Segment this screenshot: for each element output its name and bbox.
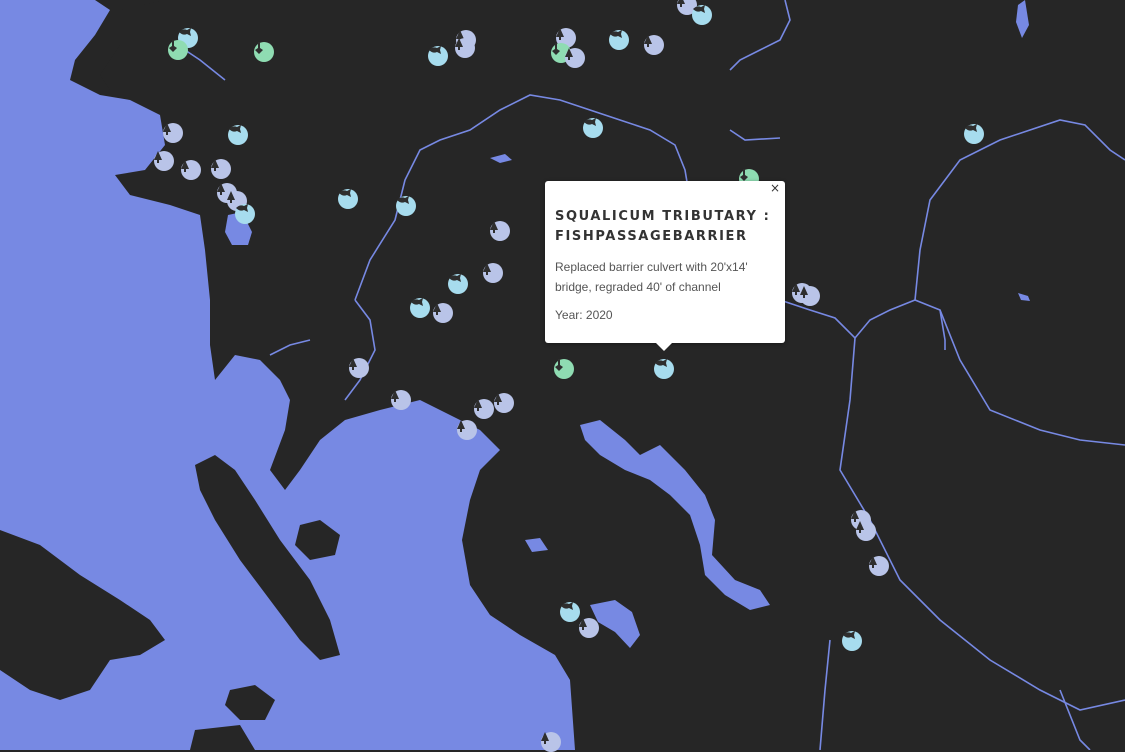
tree-icon[interactable] <box>163 123 183 143</box>
fish-icon[interactable] <box>228 125 248 145</box>
fish-icon[interactable] <box>560 602 580 622</box>
land-peninsula <box>100 0 175 90</box>
tree-icon[interactable] <box>181 160 201 180</box>
close-icon[interactable]: × <box>770 182 780 194</box>
popup-title: SQUALICUM TRIBUTARY : FISHPASSAGEBARRIER <box>555 209 771 244</box>
tree-icon[interactable] <box>349 358 369 378</box>
tree-icon[interactable] <box>800 286 820 306</box>
popup-tip <box>655 342 673 351</box>
water-lake-south <box>580 420 770 610</box>
shovel-icon[interactable] <box>554 359 574 379</box>
tree-icon[interactable] <box>391 390 411 410</box>
popup-year: Year: 2020 <box>555 308 613 322</box>
fish-icon[interactable] <box>964 124 984 144</box>
fish-icon[interactable] <box>428 46 448 66</box>
tree-icon[interactable] <box>494 393 514 413</box>
tree-icon[interactable] <box>433 303 453 323</box>
fish-icon[interactable] <box>654 359 674 379</box>
popup-description: Replaced barrier culvert with 20'x14' br… <box>555 260 748 294</box>
tree-icon[interactable] <box>579 618 599 638</box>
shovel-icon[interactable] <box>168 40 188 60</box>
map-canvas[interactable]: × SQUALICUM TRIBUTARY : FISHPASSAGEBARRI… <box>0 0 1125 752</box>
tree-icon[interactable] <box>211 159 231 179</box>
tree-icon[interactable] <box>541 732 561 752</box>
tree-icon[interactable] <box>457 420 477 440</box>
tree-icon[interactable] <box>565 48 585 68</box>
water-lake-small-4 <box>1016 0 1029 38</box>
tree-icon[interactable] <box>869 556 889 576</box>
fish-icon[interactable] <box>583 118 603 138</box>
fish-icon[interactable] <box>235 204 255 224</box>
map-popup: × SQUALICUM TRIBUTARY : FISHPASSAGEBARRI… <box>545 181 785 351</box>
tree-icon[interactable] <box>483 263 503 283</box>
fish-icon[interactable] <box>842 631 862 651</box>
tree-icon[interactable] <box>644 35 664 55</box>
fish-icon[interactable] <box>396 196 416 216</box>
shovel-icon[interactable] <box>254 42 274 62</box>
fish-icon[interactable] <box>338 189 358 209</box>
fish-icon[interactable] <box>448 274 468 294</box>
fish-icon[interactable] <box>609 30 629 50</box>
fish-icon[interactable] <box>410 298 430 318</box>
tree-icon[interactable] <box>856 521 876 541</box>
tree-icon[interactable] <box>154 151 174 171</box>
fish-icon[interactable] <box>692 5 712 25</box>
water-lake-small-6 <box>1018 293 1030 301</box>
water-lake-small-3 <box>490 154 512 163</box>
tree-icon[interactable] <box>490 221 510 241</box>
water-lake-small-5 <box>525 538 548 552</box>
tree-icon[interactable] <box>455 38 475 58</box>
tree-icon[interactable] <box>474 399 494 419</box>
